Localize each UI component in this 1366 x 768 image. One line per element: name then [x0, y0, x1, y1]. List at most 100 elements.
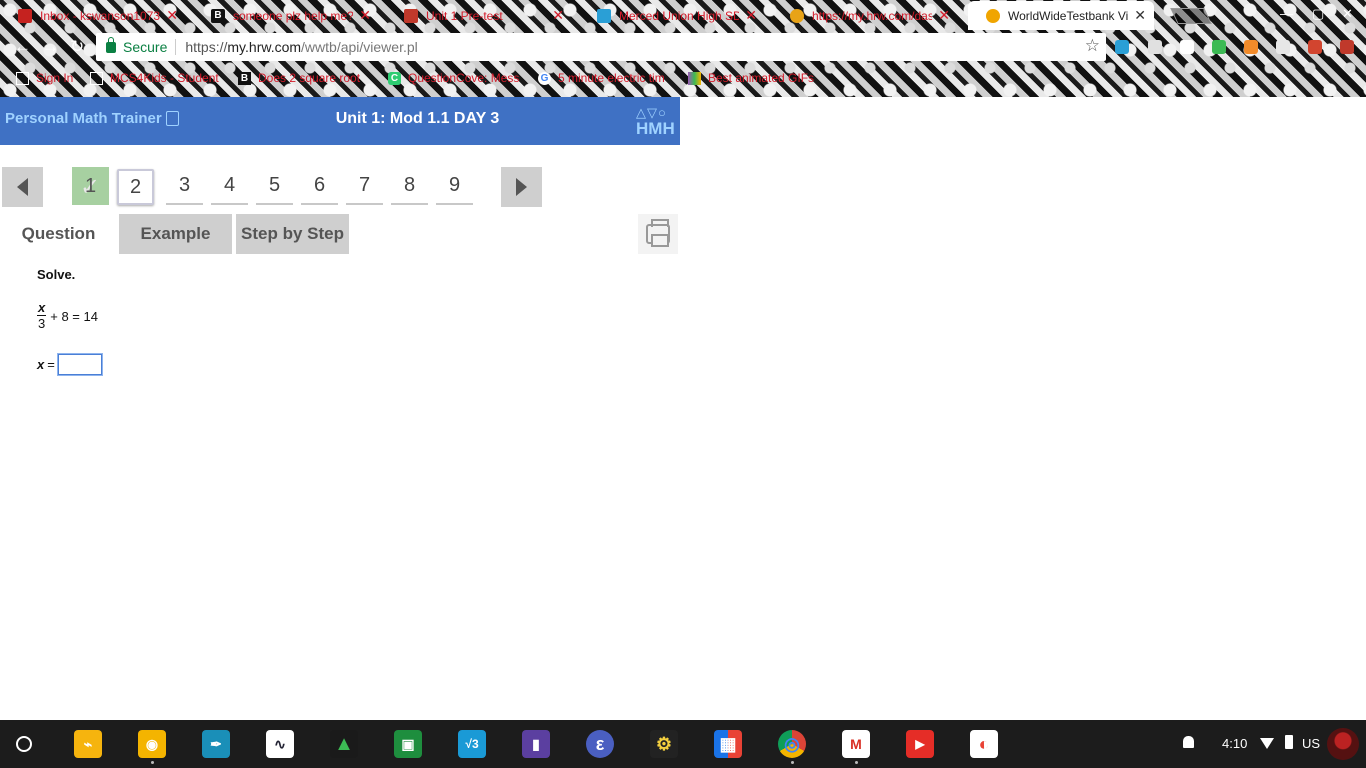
close-icon[interactable]: ✕	[745, 7, 757, 24]
tab-title: Merced Union High SD	[619, 8, 740, 23]
extension-icon[interactable]	[1148, 40, 1162, 54]
gmail-icon	[18, 8, 32, 23]
maximize-icon[interactable]: ▢	[1312, 6, 1324, 22]
page-icon	[90, 71, 103, 85]
tab-example[interactable]: Example	[119, 214, 232, 254]
tab-step-by-step[interactable]: Step by Step	[236, 214, 349, 254]
keyboard-layout[interactable]: US	[1302, 736, 1320, 751]
desmos-icon[interactable]: ∿	[266, 730, 294, 758]
question-number-2[interactable]: 2	[117, 169, 154, 205]
bookmark-item[interactable]: MCS4Kids - Student	[90, 71, 219, 85]
page-title: Unit 1: Mod 1.1 DAY 3	[335, 110, 500, 127]
url-host: my.hrw.com	[227, 39, 302, 55]
address-bar[interactable]: Secure https:// my.hrw.com /wwtb/api/vie…	[96, 33, 1106, 61]
window-close-icon[interactable]: ✕	[1342, 6, 1353, 22]
question-number-label: 6	[313, 173, 326, 196]
app-header: Personal Math Trainer Unit 1: Mod 1.1 DA…	[0, 97, 680, 145]
keep-icon[interactable]: ⌁	[74, 730, 102, 758]
close-icon[interactable]: ✕	[1134, 7, 1146, 24]
url-path: /wwtb/api/viewer.pl	[301, 39, 418, 55]
running-indicator	[791, 761, 794, 764]
bookmark-item[interactable]: Best animated GIFs	[688, 71, 814, 85]
lock-icon	[106, 36, 116, 53]
youtube-icon[interactable]: ▶	[906, 730, 934, 758]
classroom-icon[interactable]: ▣	[394, 730, 422, 758]
browser-tab-1[interactable]: B someone plz help me?? ✕	[193, 1, 379, 30]
printer-icon	[646, 219, 670, 247]
launcher-icon[interactable]	[16, 736, 32, 752]
question-prompt: Solve.	[37, 267, 76, 282]
previous-question-button[interactable]	[2, 167, 43, 207]
menu-icon[interactable]	[1340, 40, 1354, 54]
bookmark-item[interactable]: B Does 2 square root	[238, 71, 360, 85]
tab-title: someone plz help me??	[233, 8, 354, 23]
browser-tab-0[interactable]: Inbox - kswanson1073@ ✕	[0, 1, 186, 30]
bookmark-item[interactable]: Sign In	[16, 71, 73, 85]
bookmark-star-icon[interactable]: ☆	[1085, 36, 1100, 56]
pen-icon[interactable]: ✒	[202, 730, 230, 758]
clock[interactable]: 4:10	[1222, 736, 1247, 751]
cloud-icon	[597, 8, 611, 23]
browser-tab-3[interactable]: Merced Union High SD ✕	[579, 1, 765, 30]
avatar[interactable]	[1327, 728, 1359, 760]
question-number-6[interactable]: 6	[301, 167, 338, 205]
question-number-9[interactable]: 9	[436, 167, 473, 205]
tab-title: Inbox - kswanson1073@	[40, 8, 161, 23]
bookmark-item[interactable]: G 5 minute electric tim	[538, 71, 665, 85]
battery-icon[interactable]	[1285, 735, 1293, 749]
lightbulb-icon[interactable]: ◉	[138, 730, 166, 758]
close-icon[interactable]: ✕	[359, 7, 371, 24]
cloud-extension-icon[interactable]	[1115, 40, 1129, 54]
notification-icon[interactable]	[1183, 736, 1194, 748]
question-number-label: 7	[358, 173, 371, 196]
gear-app-icon[interactable]: ⚙	[650, 730, 678, 758]
extension-icon[interactable]	[1212, 40, 1226, 54]
epub-icon[interactable]: ε	[586, 730, 614, 758]
fox-extension-icon[interactable]	[1244, 40, 1258, 54]
question-number-5[interactable]: 5	[256, 167, 293, 205]
minimize-icon[interactable]: —	[1280, 6, 1293, 21]
question-number-7[interactable]: 7	[346, 167, 383, 205]
notebook-icon[interactable]: ▮	[522, 730, 550, 758]
page-icon	[16, 71, 29, 85]
close-icon[interactable]: ✕	[166, 7, 178, 24]
vcube-icon[interactable]: √3	[458, 730, 486, 758]
browser-tab-5-active[interactable]: WorldWideTestbank View ✕	[968, 1, 1154, 30]
question-navigator: ✓ 1 2 3 4 5 6 7 8 9	[0, 167, 560, 207]
question-number-8[interactable]: 8	[391, 167, 428, 205]
chrome-icon[interactable]: ◎	[778, 730, 806, 758]
content-tabs: Question Example Step by Step	[0, 214, 680, 254]
extension-icon[interactable]	[1180, 40, 1194, 54]
question-number-3[interactable]: 3	[166, 167, 203, 205]
extension-icon[interactable]	[1276, 40, 1290, 54]
next-question-button[interactable]	[501, 167, 542, 207]
close-icon[interactable]: ✕	[938, 7, 950, 24]
tab-question[interactable]: Question	[10, 214, 107, 254]
wifi-icon[interactable]	[1260, 738, 1274, 749]
print-button[interactable]	[638, 214, 678, 254]
bookmark-label: 5 minute electric tim	[558, 71, 665, 85]
gmail-icon[interactable]: M	[842, 730, 870, 758]
secure-label: Secure	[123, 39, 168, 55]
question-number-1[interactable]: ✓ 1	[72, 167, 109, 205]
question-number-label: 1	[84, 174, 97, 197]
answer-input[interactable]	[56, 353, 103, 376]
bookmark-item[interactable]: C QuestionCove: Mess	[388, 71, 519, 85]
question-number-4[interactable]: 4	[211, 167, 248, 205]
browser-tab-4[interactable]: https://my.hrw.com/das ✕	[772, 1, 958, 30]
photos-icon[interactable]: ◐	[970, 730, 998, 758]
forward-icon[interactable]: →	[42, 37, 59, 57]
close-icon[interactable]: ✕	[552, 7, 564, 24]
equation: x 3 + 8 = 14	[37, 301, 98, 331]
bookmarks-bar: Sign In MCS4Kids - Student B Does 2 squa…	[0, 64, 1366, 94]
answer-equals: =	[47, 357, 55, 372]
running-indicator	[855, 761, 858, 764]
new-tab-button[interactable]	[1170, 8, 1212, 24]
extension-icon[interactable]	[1308, 40, 1322, 54]
back-icon[interactable]: ←	[14, 37, 31, 57]
tab-title: Unit 1 Pre-test	[426, 8, 503, 23]
drive-icon[interactable]: ▲	[330, 730, 358, 758]
browser-tab-2[interactable]: Unit 1 Pre-test ✕	[386, 1, 572, 30]
reload-icon[interactable]: ↻	[70, 37, 84, 57]
puzzle-icon[interactable]: ▦	[714, 730, 742, 758]
